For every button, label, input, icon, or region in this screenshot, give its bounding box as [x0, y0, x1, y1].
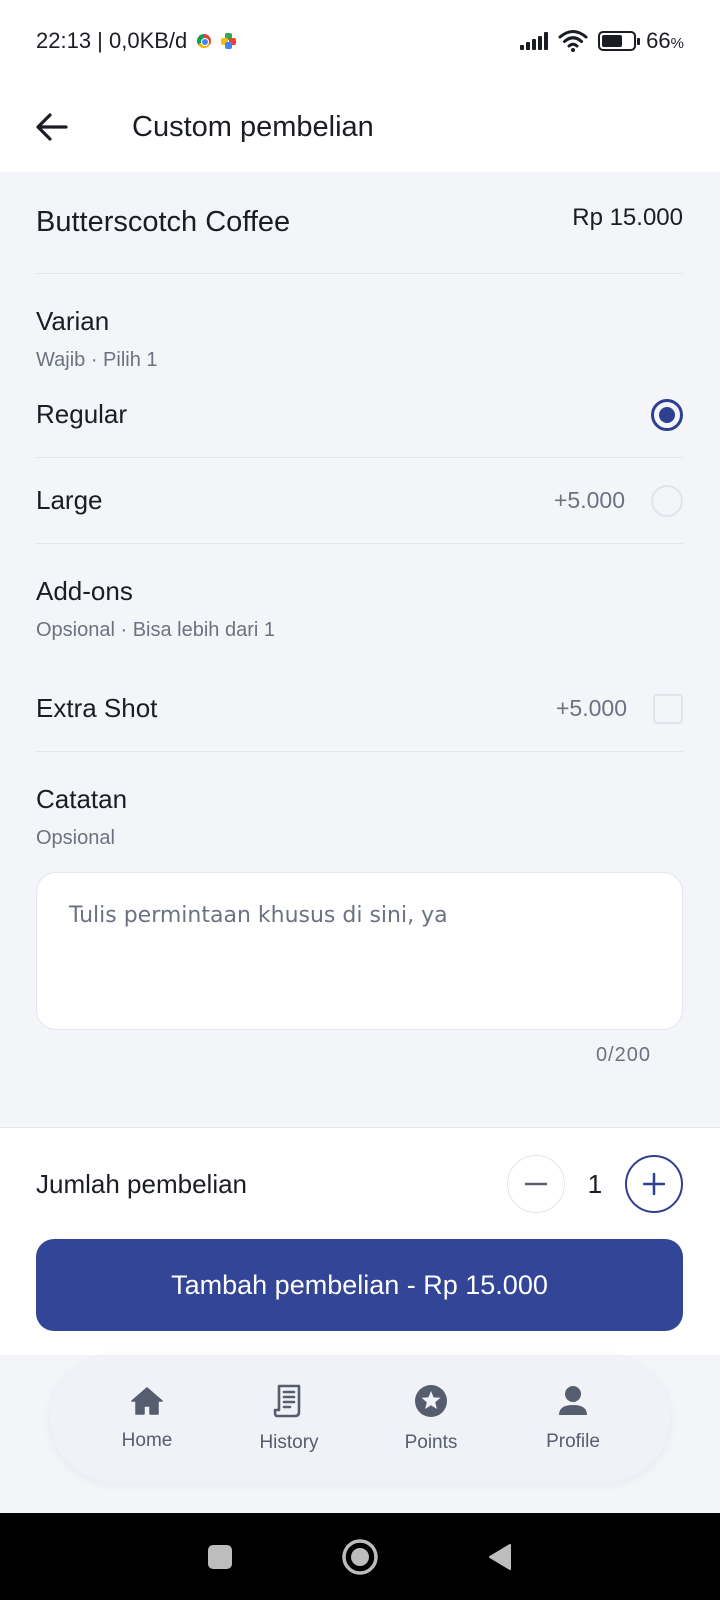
purchase-panel: Jumlah pembelian 1 Tambah pembelian - Rp…	[0, 1127, 720, 1355]
plus-icon	[643, 1173, 665, 1195]
notes-input[interactable]	[69, 903, 650, 999]
addons-section-header: Add-ons Opsional · Bisa lebih dari 1	[36, 544, 683, 666]
quantity-label: Jumlah pembelian	[36, 1168, 248, 1199]
puzzle-icon	[221, 33, 237, 49]
product-price: Rp 15.000	[572, 203, 683, 231]
person-icon	[559, 1385, 587, 1415]
notes-section-header: Catatan Opsional	[36, 752, 683, 850]
arrow-left-icon	[36, 113, 68, 141]
addons-subtitle: Opsional · Bisa lebih dari 1	[36, 619, 276, 641]
signal-icon	[520, 32, 549, 50]
page-title: Custom pembelian	[132, 110, 374, 143]
notes-box	[36, 872, 683, 1030]
customize-content: Butterscotch Coffee Rp 15.000 Varian Waj…	[36, 172, 683, 1067]
home-system-button[interactable]	[336, 1533, 384, 1581]
home-icon	[131, 1386, 163, 1415]
option-label: Regular	[36, 399, 128, 429]
back-button[interactable]	[22, 97, 82, 157]
variant-section-header: Varian Wajib · Pilih 1	[36, 274, 683, 372]
addons-title: Add-ons	[36, 576, 133, 606]
nav-label: Profile	[546, 1430, 600, 1452]
circle-icon	[342, 1538, 378, 1575]
status-right: 66%	[520, 28, 684, 54]
nav-item-points[interactable]: Points	[371, 1384, 491, 1454]
increase-button[interactable]	[625, 1155, 683, 1213]
radio-selected-icon[interactable]	[651, 398, 683, 431]
variant-subtitle: Wajib · Pilih 1	[36, 349, 158, 371]
nav-label: Points	[404, 1431, 458, 1453]
radio-unselected-icon[interactable]	[651, 484, 683, 517]
notes-subtitle: Opsional	[36, 827, 115, 849]
recents-button[interactable]	[196, 1533, 244, 1581]
system-nav-bar	[0, 1513, 720, 1600]
option-right: +5.000	[554, 484, 683, 517]
add-to-order-button[interactable]: Tambah pembelian - Rp 15.000	[36, 1239, 683, 1331]
checkbox-icon[interactable]	[653, 693, 683, 724]
variant-option-large[interactable]: Large +5.000	[36, 458, 683, 544]
receipt-icon	[273, 1384, 301, 1417]
star-icon	[415, 1384, 447, 1417]
product-name: Butterscotch Coffee	[36, 206, 291, 238]
minus-icon	[525, 1182, 547, 1186]
bottom-nav-area: Home History Points Profile	[0, 1355, 720, 1513]
battery-level: 66%	[646, 28, 684, 53]
variant-title: Varian	[36, 306, 110, 336]
chrome-icon	[197, 34, 212, 48]
status-left: 22:13 | 0,0KB/d	[36, 28, 237, 54]
quantity-value: 1	[587, 1168, 603, 1199]
option-right: +5.000	[556, 693, 683, 724]
quantity-row: Jumlah pembelian 1	[36, 1154, 683, 1214]
square-icon	[208, 1544, 232, 1569]
quantity-stepper: 1	[507, 1155, 683, 1213]
product-row: Butterscotch Coffee Rp 15.000	[36, 172, 683, 274]
addon-option-extra-shot[interactable]: Extra Shot +5.000	[36, 666, 683, 752]
variant-option-regular[interactable]: Regular	[36, 372, 683, 458]
notes-title: Catatan	[36, 784, 128, 814]
notes-char-count: 0/200	[595, 1044, 651, 1066]
option-price: +5.000	[554, 487, 625, 513]
option-right	[651, 398, 683, 431]
option-label: Extra Shot	[36, 693, 158, 723]
bottom-nav: Home History Points Profile	[50, 1355, 670, 1482]
nav-item-history[interactable]: History	[229, 1384, 349, 1454]
nav-item-profile[interactable]: Profile	[513, 1385, 633, 1453]
option-price: +5.000	[556, 695, 627, 721]
status-time: 22:13 | 0,0KB/d	[36, 28, 188, 53]
option-label: Large	[36, 485, 103, 515]
nav-label: Home	[121, 1429, 173, 1451]
status-bar: 22:13 | 0,0KB/d 66%	[0, 0, 720, 82]
battery-icon	[598, 31, 641, 51]
wifi-icon	[558, 30, 588, 52]
back-system-button[interactable]	[476, 1533, 524, 1581]
nav-label: History	[259, 1431, 319, 1453]
app-header: Custom pembelian	[0, 82, 720, 172]
nav-item-home[interactable]: Home	[87, 1386, 207, 1452]
decrease-button[interactable]	[507, 1155, 565, 1213]
triangle-back-icon	[489, 1543, 511, 1570]
